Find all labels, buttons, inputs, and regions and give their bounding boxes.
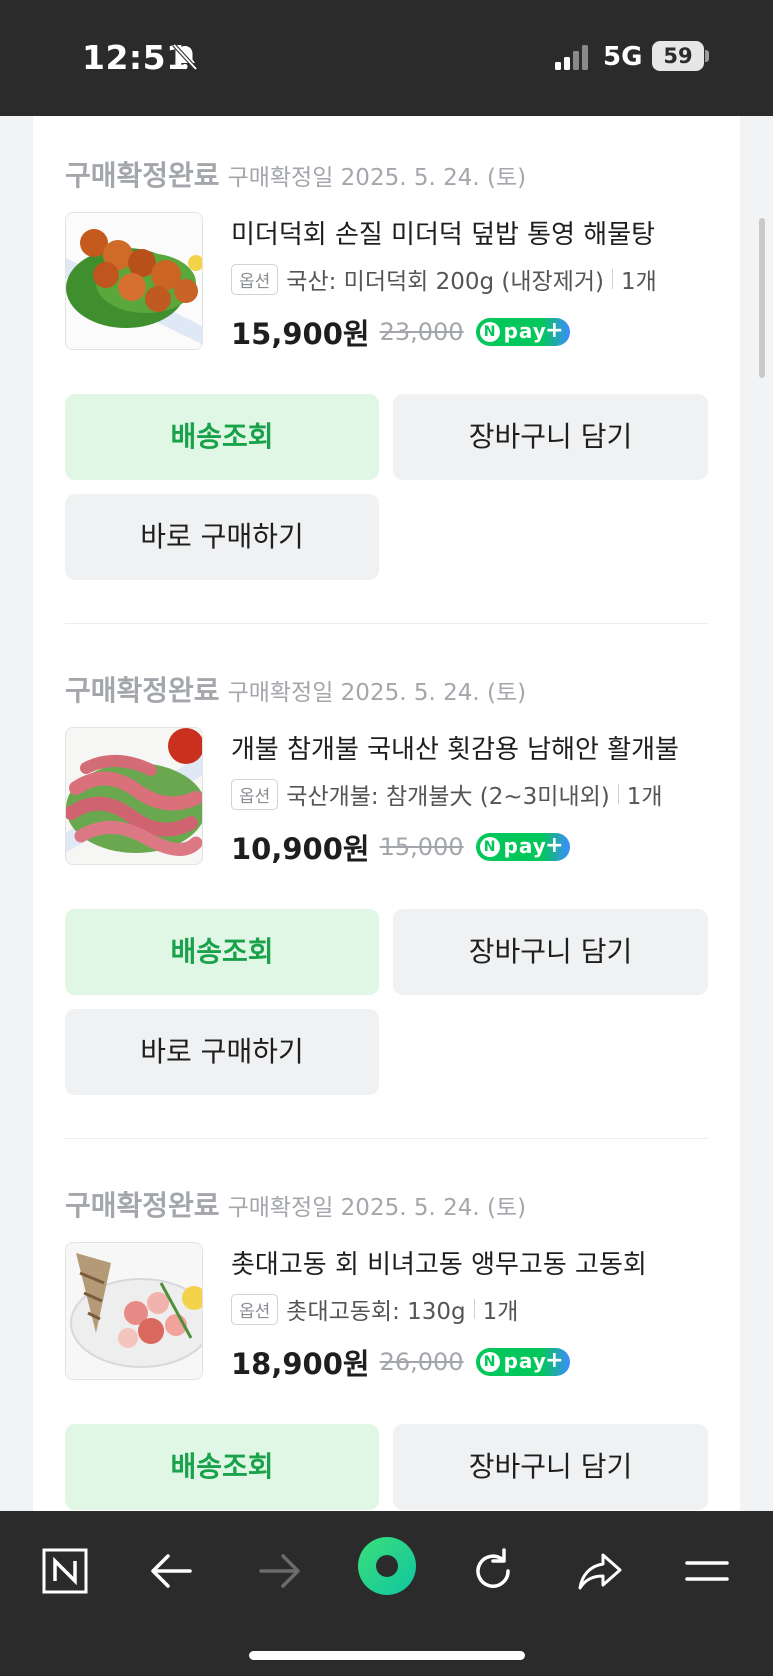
order-divider: [65, 1138, 708, 1139]
npay-plus-badge: Npay +: [475, 318, 570, 346]
add-to-cart-button[interactable]: 장바구니 담기: [393, 1424, 708, 1510]
original-price: 15,000: [379, 833, 464, 861]
product-option: 옵션 국산: 미더덕회 200g (내장제거) 1개: [231, 262, 657, 296]
npay-label: pay: [503, 834, 547, 858]
npay-plus-badge: Npay +: [475, 833, 570, 861]
order-header: 구매확정완료 구매확정일 2025. 5. 24. (토): [65, 154, 526, 194]
original-price: 23,000: [379, 318, 464, 346]
option-badge: 옵션: [231, 1293, 279, 1325]
track-delivery-button[interactable]: 배송조회: [65, 394, 379, 480]
option-text: 국산: 미더덕회 200g (내장제거): [286, 269, 605, 295]
option-separator: [612, 269, 614, 289]
order-header: 구매확정완료 구매확정일 2025. 5. 24. (토): [65, 669, 526, 709]
home-indicator[interactable]: [249, 1651, 525, 1660]
order-status: 구매확정완료: [65, 1189, 220, 1222]
price-line: 15,900원 23,000 Npay +: [231, 311, 570, 353]
order-item: 구매확정완료 구매확정일 2025. 5. 24. (토) 미더덕회 손질 미더덕…: [65, 154, 708, 700]
quantity: 1개: [626, 784, 663, 810]
network-type: 5G: [603, 42, 643, 72]
product-name[interactable]: 촛대고동 회 비녀고동 앵무고동 고동회: [231, 1244, 701, 1281]
product-image: [66, 1243, 202, 1379]
order-divider: [65, 623, 708, 624]
price-line: 18,900원 26,000 Npay +: [231, 1341, 570, 1383]
plus-icon: +: [545, 833, 564, 858]
order-list: 구매확정완료 구매확정일 2025. 5. 24. (토) 미더덕회 손질 미더덕…: [33, 116, 740, 1511]
buy-now-button[interactable]: 바로 구매하기: [65, 494, 379, 580]
product-thumbnail[interactable]: [65, 727, 203, 865]
price: 18,900원: [231, 1347, 370, 1381]
menu-icon[interactable]: [677, 1541, 737, 1601]
quantity: 1개: [621, 269, 657, 295]
option-separator: [473, 1299, 475, 1319]
product-image: [66, 728, 202, 864]
original-price: 26,000: [379, 1348, 464, 1376]
product-thumbnail[interactable]: [65, 212, 203, 350]
share-icon[interactable]: [570, 1541, 630, 1601]
plus-icon: +: [545, 318, 564, 343]
browser-nav-bar: [0, 1511, 773, 1676]
signal-icon: [555, 45, 588, 70]
buy-now-button[interactable]: 바로 구매하기: [65, 1009, 379, 1095]
price: 15,900원: [231, 317, 370, 351]
track-delivery-button[interactable]: 배송조회: [65, 909, 379, 995]
product-thumbnail[interactable]: [65, 1242, 203, 1380]
option-badge: 옵션: [231, 263, 279, 295]
scrollbar[interactable]: [759, 218, 765, 378]
npay-n-icon: N: [479, 837, 500, 857]
naver-home-icon[interactable]: [35, 1541, 95, 1601]
npay-n-icon: N: [479, 322, 500, 342]
back-arrow-icon[interactable]: [142, 1541, 202, 1601]
order-status: 구매확정완료: [65, 159, 220, 192]
confirm-date: 구매확정일 2025. 5. 24. (토): [227, 1195, 527, 1221]
npay-plus-badge: Npay +: [475, 1348, 570, 1376]
option-text: 국산개불: 참개불大 (2~3미내외): [286, 784, 610, 810]
battery-tip: [705, 50, 709, 62]
npay-n-icon: N: [479, 1352, 500, 1372]
status-bar: 12:51 5G 59: [0, 0, 773, 116]
plus-icon: +: [545, 1348, 564, 1373]
npay-label: pay: [503, 1349, 547, 1373]
quantity: 1개: [482, 1299, 519, 1325]
forward-arrow-icon[interactable]: [249, 1541, 309, 1601]
price-line: 10,900원 15,000 Npay +: [231, 826, 570, 868]
order-header: 구매확정완료 구매확정일 2025. 5. 24. (토): [65, 1184, 526, 1224]
price: 10,900원: [231, 832, 370, 866]
order-status: 구매확정완료: [65, 674, 220, 707]
order-item: 구매확정완료 구매확정일 2025. 5. 24. (토) 개불 참개불 국내산 …: [65, 669, 708, 1215]
add-to-cart-button[interactable]: 장바구니 담기: [393, 394, 708, 480]
product-name[interactable]: 개불 참개불 국내산 횟감용 남해안 활개불: [231, 729, 701, 766]
product-option: 옵션 국산개불: 참개불大 (2~3미내외) 1개: [231, 777, 663, 811]
option-separator: [617, 784, 619, 804]
npay-label: pay: [503, 319, 547, 343]
option-text: 촛대고동회: 130g: [286, 1299, 466, 1325]
add-to-cart-button[interactable]: 장바구니 담기: [393, 909, 708, 995]
option-badge: 옵션: [231, 778, 279, 810]
track-delivery-button[interactable]: 배송조회: [65, 1424, 379, 1510]
order-item: 구매확정완료 구매확정일 2025. 5. 24. (토) 촛대고동 회 비녀고동…: [65, 1184, 708, 1511]
product-image: [66, 213, 202, 349]
confirm-date: 구매확정일 2025. 5. 24. (토): [227, 165, 527, 191]
green-dot-icon[interactable]: [356, 1535, 418, 1597]
product-name[interactable]: 미더덕회 손질 미더덕 덮밥 통영 해물탕: [231, 214, 701, 251]
refresh-icon[interactable]: [463, 1541, 523, 1601]
bell-off-icon: [172, 43, 198, 71]
product-option: 옵션 촛대고동회: 130g 1개: [231, 1292, 518, 1326]
battery-indicator: 59: [652, 41, 704, 71]
confirm-date: 구매확정일 2025. 5. 24. (토): [227, 680, 527, 706]
